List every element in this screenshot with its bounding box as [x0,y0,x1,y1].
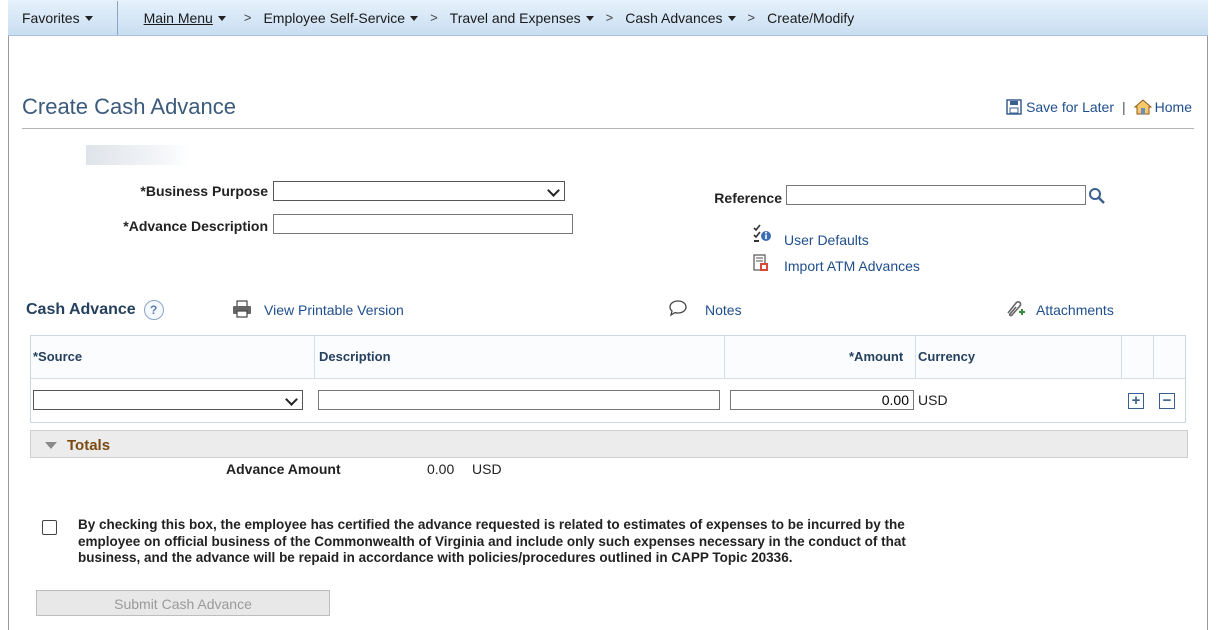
grid-header-row: *Source Description *Amount Currency [31,336,1185,379]
breadcrumb-label: Cash Advances [625,9,723,26]
caret-down-icon [727,16,736,21]
caret-down-icon [410,16,419,21]
home-link[interactable]: Home [1133,99,1192,115]
advance-amount-label: Advance Amount [226,461,341,477]
favorites-menu[interactable]: Favorites [22,10,93,26]
main-menu[interactable]: Main Menu [144,10,226,26]
description-input[interactable] [318,390,720,410]
column-header-description[interactable]: Description [319,349,391,364]
save-for-later-label: Save for Later [1026,99,1114,115]
caret-down-icon [84,16,93,21]
column-header-currency[interactable]: Currency [918,349,975,364]
business-purpose-label: *Business Purpose [140,183,268,199]
totals-header[interactable]: Totals [30,430,1188,458]
page-title: Create Cash Advance [22,94,237,119]
breadcrumb-separator: > [747,10,756,25]
top-links: Save for Later | Home [1006,99,1192,115]
advance-description-input[interactable] [273,214,573,234]
advance-amount-currency: USD [472,461,502,477]
breadcrumb-employee-self-service[interactable]: Employee Self-Service [263,9,419,26]
business-purpose-select[interactable] [273,181,565,201]
collapse-triangle-icon [45,442,57,449]
column-header-amount[interactable]: *Amount [849,349,903,364]
favorites-label: Favorites [22,9,80,26]
breadcrumb-label: Employee Self-Service [263,9,406,26]
import-atm-advances-link[interactable]: Import ATM Advances [784,258,920,274]
delete-row-button[interactable]: − [1159,393,1175,409]
breadcrumb-label: Travel and Expenses [449,9,581,26]
column-divider [314,336,315,378]
chevron-down-icon [547,184,560,197]
notes-link[interactable]: Notes [705,302,742,318]
title-divider [22,128,1194,129]
column-divider [1121,336,1122,378]
redacted-employee-name [86,145,190,165]
nav-divider [116,0,118,35]
source-select[interactable] [33,390,303,410]
save-for-later-link[interactable]: Save for Later [1006,99,1114,115]
column-divider [724,336,725,378]
breadcrumb-cash-advances[interactable]: Cash Advances [625,9,736,26]
submit-cash-advance-button[interactable]: Submit Cash Advance [36,590,330,616]
cash-advance-title-text: Cash Advance [26,301,136,319]
save-icon [1006,99,1022,115]
column-divider [1153,336,1154,378]
cash-advance-section-title: Cash Advance? [26,300,164,320]
user-defaults-link[interactable]: User Defaults [784,232,869,248]
reference-input[interactable] [786,185,1086,205]
attachment-icon [1007,301,1025,317]
caret-down-icon [217,16,226,21]
chevron-down-icon [285,393,298,406]
user-defaults-icon [753,224,771,242]
caret-down-icon [585,16,594,21]
notes-icon [669,300,687,317]
attachments-link[interactable]: Attachments [1036,302,1114,318]
column-header-source[interactable]: *Source [33,349,82,364]
advance-description-label: *Advance Description [123,218,268,234]
help-icon[interactable]: ? [143,300,164,320]
certification-text: By checking this box, the employee has c… [78,517,906,565]
certification-checkbox[interactable] [42,520,57,535]
main-menu-label: Main Menu [143,9,213,26]
breadcrumb-separator: > [605,10,614,25]
breadcrumb-travel-and-expenses[interactable]: Travel and Expenses [450,10,594,26]
breadcrumb-label: Create/Modify [767,9,855,26]
breadcrumb-separator: > [243,10,252,25]
add-row-button[interactable]: + [1128,393,1144,409]
currency-value: USD [918,392,948,408]
import-atm-icon [753,254,768,271]
table-row: USD + − [31,378,1185,422]
printer-icon [233,300,251,318]
totals-title: Totals [67,437,111,454]
home-icon [1133,99,1152,115]
search-icon[interactable] [1088,187,1106,205]
amount-input[interactable] [730,390,914,410]
advance-amount-value: 0.00 [427,461,455,477]
breadcrumb-create-modify[interactable]: Create/Modify [767,10,854,26]
view-printable-version-link[interactable]: View Printable Version [264,302,404,318]
link-separator: | [1122,99,1126,115]
reference-label: Reference [714,190,782,206]
column-divider [915,336,916,378]
breadcrumb-separator: > [430,10,438,25]
breadcrumb-navbar: Favorites Main Menu > Employee Self-Serv… [8,0,1208,36]
cash-advance-grid: *Source Description *Amount Currency USD… [30,335,1186,423]
home-label: Home [1154,99,1192,115]
